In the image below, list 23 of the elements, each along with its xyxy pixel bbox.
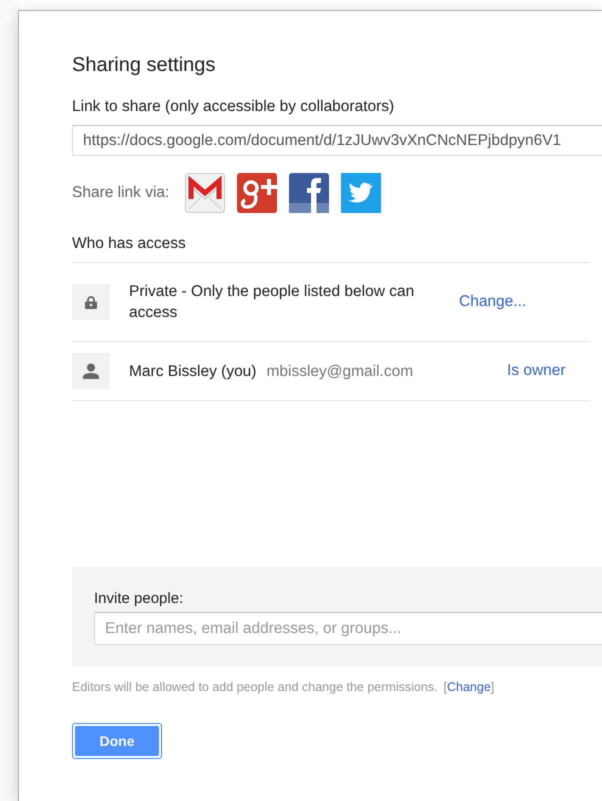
invite-label: Invite people: (94, 590, 184, 607)
bracket-text: ] (490, 680, 494, 694)
permissions-note: Editors will be allowed to add people and change the permissions. (72, 680, 438, 694)
visibility-text: Private - Only the people listed below can access (129, 282, 416, 323)
done-button[interactable]: Done (72, 723, 162, 759)
dialog-title: Sharing settings (72, 53, 216, 77)
change-link[interactable]: Change (447, 680, 491, 694)
lock-icon (85, 296, 97, 308)
plus-icon[interactable] (237, 173, 278, 213)
role-link[interactable]: Is owner (507, 362, 590, 380)
invite-field[interactable]: Enter names, email addresses, or groups... (94, 612, 602, 645)
mail-icon[interactable] (185, 173, 226, 213)
change-link[interactable]: Change... (459, 293, 545, 311)
link-label: Link to share (only accessible by collaborators) (72, 98, 396, 116)
link-field[interactable]: https://docs.google.com/document/d/1zJUwv3vXnCNcNEPjbdpyn6V1 (72, 125, 602, 156)
bracket-text: [ (444, 680, 447, 694)
share-via-label: Share link via: (72, 184, 170, 202)
person-name: Marc Bissley (you) (129, 362, 256, 380)
person-icon (83, 363, 99, 379)
facebook-icon[interactable] (289, 173, 330, 213)
access-heading: Who has access (72, 235, 590, 263)
bird-icon[interactable] (341, 173, 382, 213)
person-email: mbissley@gmail.com (266, 362, 414, 380)
